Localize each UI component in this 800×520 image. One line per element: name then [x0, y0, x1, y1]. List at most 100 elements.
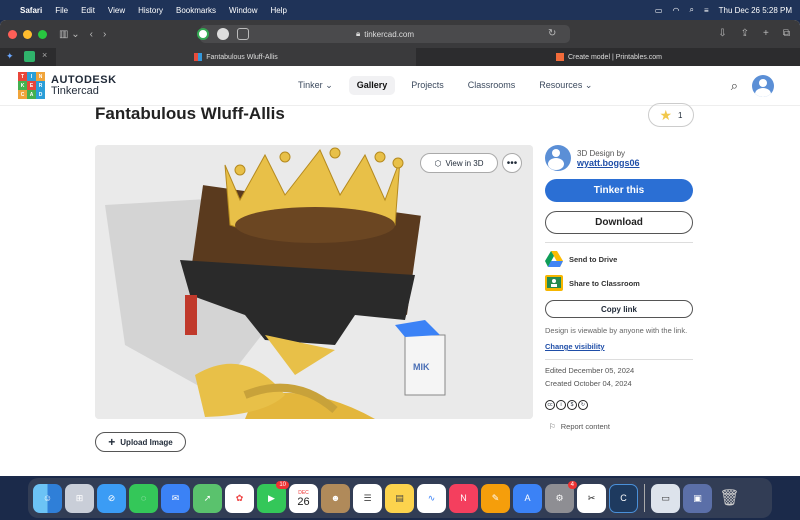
- cube-icon: ⬡: [434, 158, 442, 168]
- creality-print-icon[interactable]: C: [609, 483, 638, 513]
- battery-icon[interactable]: ▭: [655, 6, 663, 15]
- reader-extension-icon[interactable]: [237, 28, 249, 40]
- menu-app-name[interactable]: Safari: [20, 6, 42, 15]
- author-link[interactable]: wyatt.boggs06: [577, 158, 640, 168]
- downloads-icon[interactable]: ⇩: [718, 28, 726, 39]
- nav-tinker[interactable]: Tinker ⌄: [290, 76, 341, 95]
- control-center-icon[interactable]: ≡: [704, 6, 709, 15]
- finder-icon[interactable]: ☺: [33, 483, 62, 513]
- zoom-window-button[interactable]: [38, 29, 47, 39]
- pinned-tab-green-icon[interactable]: [24, 51, 35, 62]
- pinned-tab-icon[interactable]: ✦: [6, 51, 14, 62]
- safari-icon[interactable]: ⊘: [97, 483, 126, 513]
- mail-icon[interactable]: ✉: [161, 483, 190, 513]
- send-to-drive-button[interactable]: Send to Drive: [545, 251, 693, 267]
- more-options-button[interactable]: •••: [502, 153, 522, 173]
- search-spotlight-icon[interactable]: ⌕: [689, 5, 693, 15]
- reload-icon[interactable]: ↻: [548, 28, 556, 39]
- copy-link-button[interactable]: Copy link: [545, 300, 693, 318]
- user-avatar[interactable]: [752, 75, 774, 97]
- new-tab-icon[interactable]: +: [763, 28, 769, 39]
- address-bar[interactable]: 🔒︎ tinkercad.com: [200, 25, 570, 43]
- menu-bookmarks[interactable]: Bookmarks: [176, 6, 216, 15]
- design-preview[interactable]: MIK ⬡ View in 3D •••: [95, 145, 533, 419]
- cc-nc-icon: $: [567, 400, 577, 410]
- trash-icon[interactable]: 🗑︎: [715, 484, 744, 513]
- report-content-label: Report content: [560, 422, 610, 431]
- menu-history[interactable]: History: [138, 6, 163, 15]
- notes-icon[interactable]: ▤: [385, 483, 414, 513]
- visibility-note: Design is viewable by anyone with the li…: [545, 326, 688, 335]
- facetime-icon[interactable]: ▶ 10: [257, 480, 289, 513]
- forward-icon[interactable]: ›: [103, 29, 106, 40]
- nav-projects[interactable]: Projects: [403, 76, 452, 95]
- cc-sa-icon: ↻: [578, 400, 588, 410]
- cc-by-icon: i: [556, 400, 566, 410]
- photos-icon[interactable]: ✿: [225, 483, 254, 513]
- design-sidebar: 3D Design by wyatt.boggs06 Tinker this D…: [545, 145, 693, 431]
- back-icon[interactable]: ‹: [90, 29, 93, 40]
- maps-icon[interactable]: ➚: [193, 483, 222, 513]
- web-page: T I N K E R C A D AUTODESK Tinkercad Tin…: [0, 66, 800, 476]
- tab-printables[interactable]: Create model | Printables.com: [418, 48, 800, 66]
- nav-classrooms[interactable]: Classrooms: [460, 76, 524, 95]
- close-tab-icon[interactable]: ×: [42, 50, 47, 60]
- wifi-icon[interactable]: ◠: [672, 6, 679, 15]
- report-content-link[interactable]: ⚐ Report content: [545, 422, 693, 431]
- extension-icon[interactable]: [217, 28, 229, 40]
- share-to-classroom-button[interactable]: Share to Classroom: [545, 275, 693, 291]
- menu-edit[interactable]: Edit: [81, 6, 95, 15]
- menu-file[interactable]: File: [55, 6, 68, 15]
- send-to-drive-label: Send to Drive: [569, 254, 618, 264]
- tab-bar: ✦ × Fantabulous Wluff-Allis Create model…: [0, 48, 800, 66]
- nav-gallery[interactable]: Gallery: [348, 76, 396, 95]
- menubar-clock[interactable]: Thu Dec 26 5:28 PM: [719, 6, 792, 15]
- search-icon[interactable]: ⌕: [731, 78, 738, 94]
- view-in-3d-button[interactable]: ⬡ View in 3D: [420, 153, 498, 173]
- minimize-window-button[interactable]: [23, 29, 32, 39]
- design-by-label: 3D Design by: [577, 148, 626, 158]
- news-icon[interactable]: N: [449, 483, 478, 513]
- messages-icon[interactable]: ◌: [129, 483, 158, 513]
- menu-help[interactable]: Help: [270, 6, 286, 15]
- pages-icon[interactable]: ✎: [481, 483, 510, 513]
- tab-overview-icon[interactable]: ⧉: [783, 28, 790, 39]
- tinkercad-logo[interactable]: T I N K E R C A D: [18, 72, 45, 99]
- tinker-this-button[interactable]: Tinker this: [545, 179, 693, 202]
- author-avatar[interactable]: [545, 145, 571, 171]
- reminders-icon[interactable]: ☰: [353, 483, 382, 513]
- launchpad-icon[interactable]: ⊞: [65, 483, 94, 513]
- safari-toolbar: ▥ ⌄ ‹ › 🔒︎ tinkercad.com ↻ ⇩ ⇪ + ⧉: [0, 20, 800, 48]
- brand-tinkercad: Tinkercad: [51, 84, 99, 97]
- menubar-status: ▭ ◠ ⌕ ≡ Thu Dec 26 5:28 PM: [655, 5, 792, 15]
- share-icon[interactable]: ⇪: [741, 28, 749, 39]
- download-button[interactable]: Download: [545, 211, 693, 234]
- brand-autodesk: AUTODESK: [51, 73, 117, 86]
- grammarly-extension-icon[interactable]: [197, 28, 209, 40]
- logo-letter: K: [18, 81, 27, 90]
- sidebar-toggle-icon[interactable]: ▥ ⌄: [59, 29, 80, 40]
- menu-window[interactable]: Window: [229, 6, 257, 15]
- app-store-icon[interactable]: A: [513, 483, 542, 513]
- screen-window-icon[interactable]: ▣: [683, 483, 712, 513]
- system-settings-icon[interactable]: ⚙ 4: [545, 480, 577, 513]
- brand-text[interactable]: AUTODESK Tinkercad: [51, 73, 117, 97]
- contacts-icon[interactable]: ☻: [321, 483, 350, 513]
- preview-window-icon[interactable]: ▭: [651, 483, 680, 513]
- macos-dock: ☺ ⊞ ⊘ ◌ ✉ ➚ ✿ ▶ 10 DEC 26 ☻ ☰ ▤ ∿ N ✎ A ⚙ 4…: [28, 478, 772, 518]
- menu-view[interactable]: View: [108, 6, 125, 15]
- calendar-icon[interactable]: DEC 26: [289, 483, 318, 513]
- nav-label: Tinker: [298, 80, 323, 90]
- logo-letter: D: [36, 90, 45, 99]
- logo-letter: I: [27, 72, 36, 81]
- site-header: T I N K E R C A D AUTODESK Tinkercad Tin…: [0, 66, 800, 106]
- change-visibility-link[interactable]: Change visibility: [545, 342, 693, 351]
- freeform-icon[interactable]: ∿: [417, 483, 446, 513]
- creative-commons-license[interactable]: cc i $ ↻: [545, 400, 693, 410]
- favorite-button[interactable]: ★ 1: [648, 103, 694, 127]
- upload-image-button[interactable]: + Upload Image: [95, 432, 186, 452]
- tab-fantabulous[interactable]: Fantabulous Wluff-Allis: [56, 48, 416, 66]
- nav-resources[interactable]: Resources ⌄: [531, 76, 600, 95]
- capcut-icon[interactable]: ✂: [577, 483, 606, 513]
- close-window-button[interactable]: [8, 29, 17, 39]
